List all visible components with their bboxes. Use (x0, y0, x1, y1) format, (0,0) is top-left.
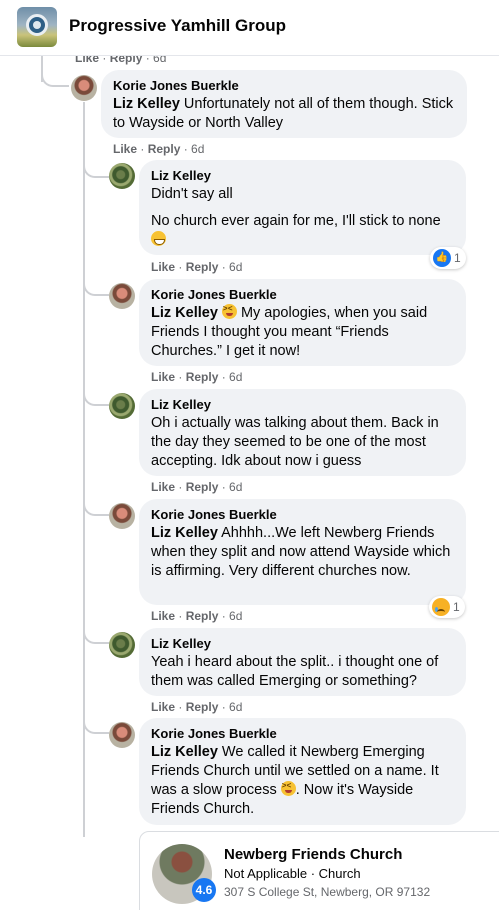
comment-text: No church ever again for me, I'll stick … (151, 213, 441, 229)
thread-connector (83, 620, 109, 644)
like-link[interactable]: Like (151, 609, 175, 623)
avatar[interactable] (109, 393, 135, 419)
comment-author[interactable]: Korie Jones Buerkle (151, 726, 454, 742)
comment-bubble: Liz Kelley Yeah i heard about the split.… (139, 628, 466, 696)
comment-bubble: Korie Jones Buerkle Liz Kelley My apolog… (139, 279, 466, 366)
thread-connector (83, 270, 109, 296)
like-link[interactable]: Like (113, 142, 137, 156)
comment-time[interactable]: 6d (229, 609, 242, 623)
comment-actions: Like · Reply · 6d (113, 142, 205, 156)
reaction-count: 1 (453, 600, 460, 614)
laughing-face-icon (221, 304, 237, 319)
comment-bubble: Korie Jones Buerkle Liz Kelley Ahhhh...W… (139, 499, 466, 605)
reply-link[interactable]: Reply (186, 260, 219, 274)
thread-connector (83, 490, 109, 516)
avatar[interactable] (109, 722, 135, 748)
like-link[interactable]: Like (151, 370, 175, 384)
group-logo-icon (26, 14, 48, 36)
thread-connector (83, 710, 109, 734)
comment-time[interactable]: 6d (229, 700, 242, 714)
comment-actions: Like · Reply · 6d (151, 260, 243, 274)
comment-bubble: Korie Jones Buerkle Liz Kelley Unfortuna… (101, 70, 467, 138)
comment-time[interactable]: 6d (229, 480, 242, 494)
comment-text: Didn't say all (151, 186, 233, 202)
comment-bubble: Liz Kelley Didn't say all No church ever… (139, 160, 466, 255)
avatar[interactable] (109, 632, 135, 658)
group-avatar[interactable] (17, 7, 57, 47)
comment-bubble: Liz Kelley Oh i actually was talking abo… (139, 389, 466, 476)
comment-author[interactable]: Korie Jones Buerkle (113, 78, 455, 94)
group-header: Progressive Yamhill Group (0, 0, 499, 56)
comment-author[interactable]: Korie Jones Buerkle (151, 507, 454, 523)
laughing-face-icon (280, 781, 296, 796)
mention-link[interactable]: Liz Kelley (113, 96, 180, 112)
comment-time[interactable]: 6d (191, 142, 204, 156)
reply-link[interactable]: Reply (186, 700, 219, 714)
comment-author[interactable]: Liz Kelley (151, 636, 454, 652)
comment-text: Oh i actually was talking about them. Ba… (151, 415, 439, 469)
mention-link[interactable]: Liz Kelley (151, 744, 218, 760)
like-reaction-icon: 👍 (433, 249, 451, 267)
comment-text: Yeah i heard about the split.. i thought… (151, 654, 439, 689)
comment-author[interactable]: Liz Kelley (151, 397, 454, 413)
thread-connector (41, 62, 69, 87)
comment-actions: Like · Reply · 6d (151, 370, 243, 384)
comment-author[interactable]: Liz Kelley (151, 168, 454, 184)
reply-link[interactable]: Reply (186, 480, 219, 494)
comment-actions: Like · Reply · 6d (151, 480, 243, 494)
comment-time[interactable]: 6d (229, 260, 242, 274)
comment-time[interactable]: 6d (229, 370, 242, 384)
place-address: 307 S College St, Newberg, OR 97132 (224, 885, 431, 899)
place-name[interactable]: Newberg Friends Church (224, 846, 402, 863)
group-title[interactable]: Progressive Yamhill Group (69, 16, 286, 36)
comment-actions: Like · Reply · 6d (151, 700, 243, 714)
like-link[interactable]: Like (151, 260, 175, 274)
thread-connector (83, 160, 109, 178)
mention-link[interactable]: Liz Kelley (151, 305, 218, 321)
avatar[interactable] (109, 283, 135, 309)
sad-reaction-icon (432, 598, 450, 616)
reaction-count: 1 (454, 251, 461, 265)
comment-actions: Like · Reply · 6d (151, 609, 243, 623)
reaction-summary[interactable]: 👍 1 (430, 247, 466, 269)
avatar[interactable] (71, 75, 97, 101)
place-category: Not Applicable · Church (224, 866, 361, 881)
avatar[interactable] (109, 163, 135, 189)
reply-link[interactable]: Reply (186, 370, 219, 384)
comment-author[interactable]: Korie Jones Buerkle (151, 287, 454, 303)
reaction-summary[interactable]: 1 (429, 596, 465, 618)
comment-bubble: Korie Jones Buerkle Liz Kelley We called… (139, 718, 466, 825)
like-link[interactable]: Like (151, 480, 175, 494)
rating-badge: 4.6 (192, 878, 216, 902)
avatar[interactable] (109, 503, 135, 529)
reply-link[interactable]: Reply (148, 142, 181, 156)
reply-link[interactable]: Reply (186, 609, 219, 623)
like-link[interactable]: Like (151, 700, 175, 714)
thread-connector (83, 380, 109, 406)
mention-link[interactable]: Liz Kelley (151, 525, 218, 541)
grinning-face-icon (151, 231, 166, 246)
